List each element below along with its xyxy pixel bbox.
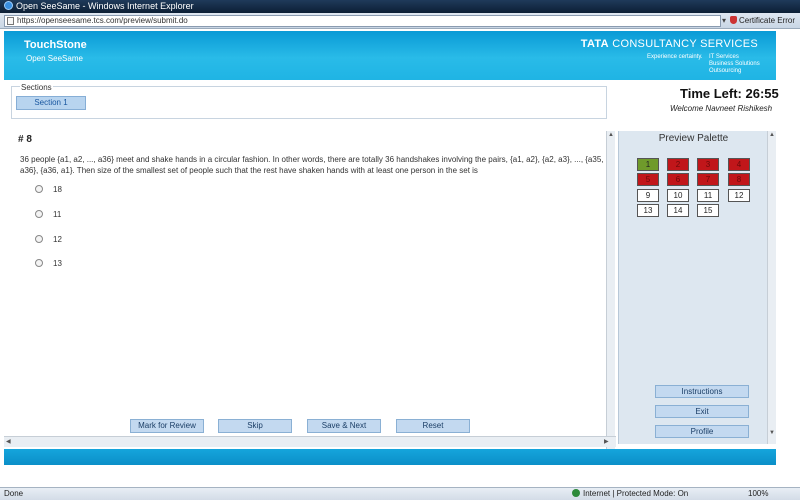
internet-explorer-icon (4, 1, 13, 10)
option-label: 18 (53, 185, 62, 194)
option-4[interactable]: 13 (35, 259, 62, 268)
skip-button[interactable]: Skip (218, 419, 292, 433)
scroll-right-icon[interactable]: ▶ (604, 438, 609, 445)
option-1[interactable]: 18 (35, 185, 62, 194)
palette-title: Preview Palette (658, 133, 729, 144)
question-vertical-scrollbar[interactable]: ▲ (606, 131, 615, 450)
scroll-left-icon[interactable]: ◀ (6, 438, 11, 445)
status-text: Done (4, 489, 24, 498)
section-tab-1[interactable]: Section 1 (16, 96, 86, 110)
company-logo-text: TATA CONSULTANCY SERVICES (581, 38, 758, 50)
palette-vertical-scrollbar[interactable]: ▲ ▼ (767, 131, 776, 444)
question-number: # 8 (18, 134, 32, 145)
shield-icon (730, 16, 738, 24)
palette-question-14[interactable]: 14 (667, 204, 689, 217)
option-3[interactable]: 12 (35, 235, 62, 244)
save-next-button[interactable]: Save & Next (307, 419, 381, 433)
sections-panel: Sections Section 1 (11, 83, 607, 119)
instructions-button[interactable]: Instructions (655, 385, 749, 398)
window-title: Open SeeSame - Windows Internet Explorer (16, 1, 194, 11)
palette-question-11[interactable]: 11 (697, 189, 719, 202)
header-banner: TouchStone Open SeeSame TATA CONSULTANCY… (4, 31, 776, 80)
option-label: 11 (53, 210, 62, 219)
mark-for-review-button[interactable]: Mark for Review (130, 419, 204, 433)
security-zone: Internet | Protected Mode: On (572, 488, 688, 500)
globe-icon (572, 489, 580, 497)
radio-button[interactable] (35, 185, 43, 193)
palette-question-2[interactable]: 2 (667, 158, 689, 171)
option-label: 12 (53, 235, 62, 244)
zoom-level[interactable]: 100% (748, 488, 768, 500)
palette-question-10[interactable]: 10 (667, 189, 689, 202)
brand-name: TouchStone (24, 39, 87, 51)
tagline-item: IT Services (709, 54, 739, 60)
scroll-up-icon[interactable]: ▲ (608, 132, 614, 138)
palette-question-4[interactable]: 4 (728, 158, 750, 171)
time-left: Time Left: 26:55 (680, 86, 779, 101)
url-text: https://openseesame.tcs.com/preview/subm… (17, 16, 188, 25)
question-area: # 8 36 people {a1, a2, ..., a36} meet an… (4, 131, 613, 450)
palette-question-3[interactable]: 3 (697, 158, 719, 171)
radio-button[interactable] (35, 259, 43, 267)
address-bar: https://openseesame.tcs.com/preview/subm… (0, 13, 800, 29)
company-name-rest: CONSULTANCY SERVICES (608, 38, 758, 50)
footer-band (4, 449, 776, 465)
palette-question-7[interactable]: 7 (697, 173, 719, 186)
url-field[interactable]: https://openseesame.tcs.com/preview/subm… (4, 15, 721, 27)
scroll-down-icon[interactable]: ▼ (769, 430, 775, 436)
option-2[interactable]: 11 (35, 210, 61, 219)
palette-question-8[interactable]: 8 (728, 173, 750, 186)
reset-button[interactable]: Reset (396, 419, 470, 433)
palette-question-15[interactable]: 15 (697, 204, 719, 217)
palette-question-12[interactable]: 12 (728, 189, 750, 202)
question-horizontal-scrollbar[interactable]: ◀ ▶ (4, 436, 616, 447)
sections-label: Sections (20, 83, 53, 92)
palette-question-13[interactable]: 13 (637, 204, 659, 217)
profile-button[interactable]: Profile (655, 425, 749, 438)
company-name-bold: TATA (580, 38, 609, 50)
tagline-item: Business Solutions (709, 61, 760, 67)
exit-button[interactable]: Exit (655, 405, 749, 418)
brand-subtitle: Open SeeSame (26, 54, 83, 63)
radio-button[interactable] (35, 235, 43, 243)
palette-question-1[interactable]: 1 (637, 158, 659, 171)
question-text: 36 people {a1, a2, ..., a36} meet and sh… (20, 155, 604, 175)
radio-button[interactable] (35, 210, 43, 218)
preview-palette: Preview Palette 1 2 3 4 5 6 7 8 9 10 11 … (618, 131, 767, 444)
status-bar: Done Internet | Protected Mode: On 100% (0, 487, 800, 500)
certificate-error-label: Certificate Error (739, 16, 796, 25)
page-icon (7, 17, 14, 25)
palette-question-6[interactable]: 6 (667, 173, 689, 186)
scroll-up-icon[interactable]: ▲ (769, 132, 775, 138)
tagline-text: Experience certainty. (647, 54, 703, 60)
tagline-services: IT Services Business Solutions Outsourci… (709, 54, 769, 75)
tagline-item: Outsourcing (709, 68, 742, 74)
option-label: 13 (53, 259, 62, 268)
welcome-message: Welcome Navneet Rishikesh (670, 104, 773, 113)
company-tagline: Experience certainty. IT Services Busine… (647, 54, 760, 74)
browser-window: Open SeeSame - Windows Internet Explorer… (0, 0, 800, 500)
zone-text: Internet | Protected Mode: On (583, 489, 689, 498)
window-title-bar: Open SeeSame - Windows Internet Explorer (0, 0, 800, 13)
palette-question-5[interactable]: 5 (637, 173, 659, 186)
palette-question-9[interactable]: 9 (637, 189, 659, 202)
certificate-error-button[interactable]: ▾ Certificate Error (722, 15, 798, 27)
dropdown-arrow-icon: ▾ (722, 16, 727, 25)
